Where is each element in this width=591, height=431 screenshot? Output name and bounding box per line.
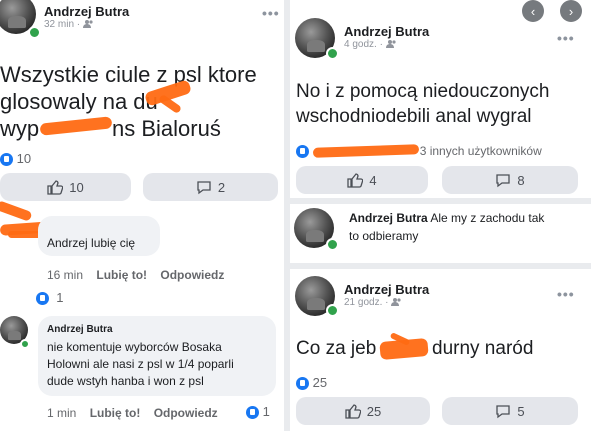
like-reaction-icon bbox=[296, 145, 309, 159]
comment-icon bbox=[496, 404, 511, 418]
post-text-line-2: glosowaly na du bbox=[0, 89, 158, 114]
previous-arrow-icon[interactable]: ‹ bbox=[522, 0, 544, 22]
comment-actions: 1 min Lubię to! Odpowiedz bbox=[47, 406, 218, 420]
comment-icon bbox=[197, 180, 211, 194]
censor-scribble bbox=[39, 116, 113, 136]
comment-reply-link[interactable]: Odpowiedz bbox=[154, 406, 218, 420]
comment-reply-link[interactable]: Odpowiedz bbox=[160, 268, 224, 282]
comment-like-link[interactable]: Lubię to! bbox=[96, 268, 147, 282]
online-status-dot bbox=[28, 26, 41, 39]
comment-actions: 16 min Lubię to! Odpowiedz bbox=[47, 268, 224, 282]
comment-button[interactable]: 5 bbox=[442, 397, 578, 425]
comment-text: Andrzej lubię cię bbox=[47, 236, 136, 250]
like-button[interactable]: 10 bbox=[0, 173, 131, 201]
comment-text-line-1: Andrzej Butra Ale my z zachodu tak bbox=[349, 211, 545, 225]
comment-like-link[interactable]: Lubię to! bbox=[90, 406, 141, 420]
commenter-name[interactable]: Andrzej Butra bbox=[349, 211, 428, 225]
online-status-dot bbox=[326, 304, 339, 317]
post-text-line-3b: ns Bialoruś bbox=[112, 116, 221, 141]
next-arrow-icon[interactable]: › bbox=[560, 0, 582, 22]
like-button[interactable]: 25 bbox=[296, 397, 430, 425]
post-text-part-1: Co za jeb bbox=[296, 338, 377, 359]
like-reaction-icon bbox=[0, 153, 13, 167]
comment-text-line-2: Holowni ale nasi z psl w 1/4 poparli bbox=[47, 357, 234, 371]
post-text-part-2: durny naród bbox=[432, 338, 534, 359]
comment-button[interactable]: 8 bbox=[442, 166, 578, 194]
post-text-line-2: wschodniodebili anal wygral bbox=[296, 106, 532, 127]
thumbs-up-icon bbox=[347, 172, 364, 188]
post-timestamp[interactable]: 4 godz. · bbox=[344, 39, 397, 50]
online-status-dot bbox=[20, 339, 30, 349]
post-timestamp[interactable]: 21 godz. · bbox=[344, 297, 402, 308]
card-divider bbox=[290, 198, 591, 204]
post-text-line-1: Wszystkie ciule z psl ktore bbox=[0, 62, 257, 87]
friends-icon bbox=[385, 40, 396, 48]
post-author-name[interactable]: Andrzej Butra bbox=[344, 282, 429, 297]
post-text-line-1: No i z pomocą niedouczonych bbox=[296, 81, 550, 102]
post-reactions-summary[interactable]: 25 bbox=[296, 375, 327, 391]
commenter-name[interactable]: Andrzej Butra bbox=[47, 324, 113, 335]
like-reaction-icon bbox=[296, 377, 309, 391]
online-status-dot bbox=[326, 47, 339, 60]
friends-icon bbox=[391, 298, 401, 306]
censor-scribble bbox=[0, 200, 33, 222]
post-timestamp[interactable]: 32 min · bbox=[44, 19, 94, 30]
comment-text-line-1: nie komentuje wyborców Bosaka bbox=[47, 340, 222, 354]
comment-reactions[interactable]: 1 bbox=[36, 290, 63, 306]
thumbs-up-icon bbox=[47, 179, 64, 195]
post-author-name[interactable]: Andrzej Butra bbox=[44, 4, 129, 19]
post-reactions-summary[interactable]: 10 bbox=[0, 151, 31, 167]
post-text-line-3a: wyp bbox=[0, 116, 40, 141]
card-divider bbox=[290, 263, 591, 269]
comment-button[interactable]: 2 bbox=[143, 173, 278, 201]
post-menu-button[interactable]: ••• bbox=[557, 30, 575, 46]
comment-icon bbox=[496, 173, 511, 187]
column-divider bbox=[284, 0, 290, 431]
comment-timestamp[interactable]: 16 min bbox=[47, 268, 83, 282]
like-reaction-icon bbox=[36, 292, 49, 306]
thumbs-up-icon bbox=[345, 403, 361, 419]
like-button[interactable]: 4 bbox=[296, 166, 428, 194]
like-reaction-icon bbox=[246, 406, 259, 420]
post-author-name[interactable]: Andrzej Butra bbox=[344, 24, 429, 39]
comment-timestamp[interactable]: 1 min bbox=[47, 406, 76, 420]
comment-text-line-2: to odbieramy bbox=[349, 229, 419, 243]
friends-icon bbox=[82, 20, 93, 28]
post-menu-button[interactable]: ••• bbox=[557, 286, 575, 302]
online-status-dot bbox=[326, 238, 339, 251]
post-menu-button[interactable]: ••• bbox=[262, 5, 280, 21]
comment-text-line-3: dude wstyh hanba i won z psl bbox=[47, 374, 204, 388]
comment-reactions[interactable]: 1 bbox=[246, 404, 270, 420]
